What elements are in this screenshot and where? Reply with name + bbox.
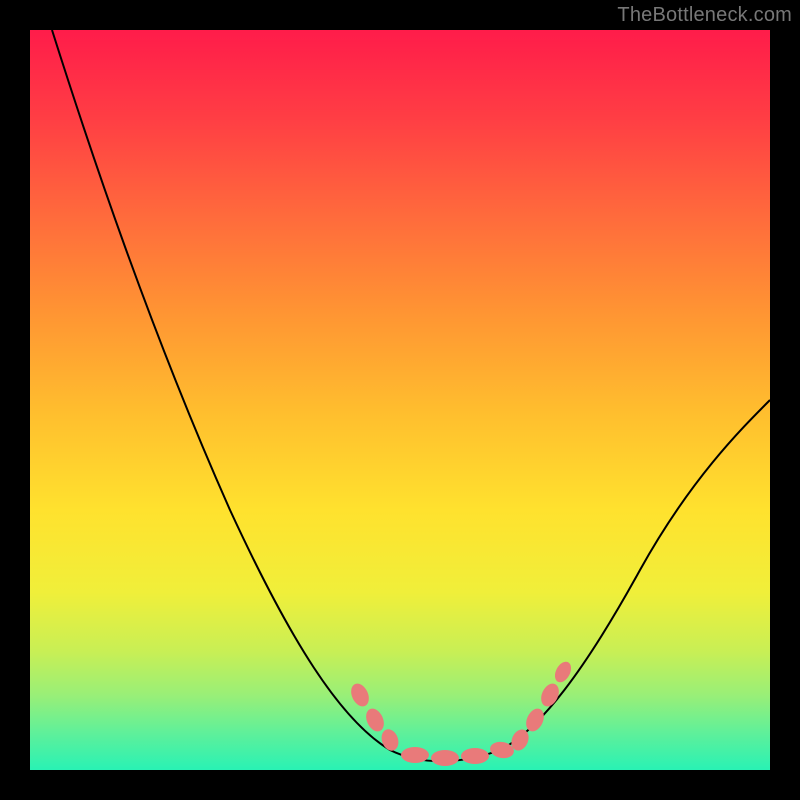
chart-frame: TheBottleneck.com xyxy=(0,0,800,800)
curve-marker xyxy=(401,747,429,763)
curve-marker xyxy=(363,706,388,735)
curve-marker xyxy=(523,706,548,735)
curve-marker xyxy=(379,727,402,753)
curve-marker xyxy=(538,681,563,710)
bottleneck-curve-path xyxy=(52,30,770,761)
watermark-text: TheBottleneck.com xyxy=(617,4,792,27)
curve-marker xyxy=(461,748,489,764)
marker-group xyxy=(348,659,575,766)
chart-svg xyxy=(30,30,770,770)
curve-marker xyxy=(348,681,373,710)
plot-area xyxy=(30,30,770,770)
curve-marker xyxy=(431,750,459,766)
